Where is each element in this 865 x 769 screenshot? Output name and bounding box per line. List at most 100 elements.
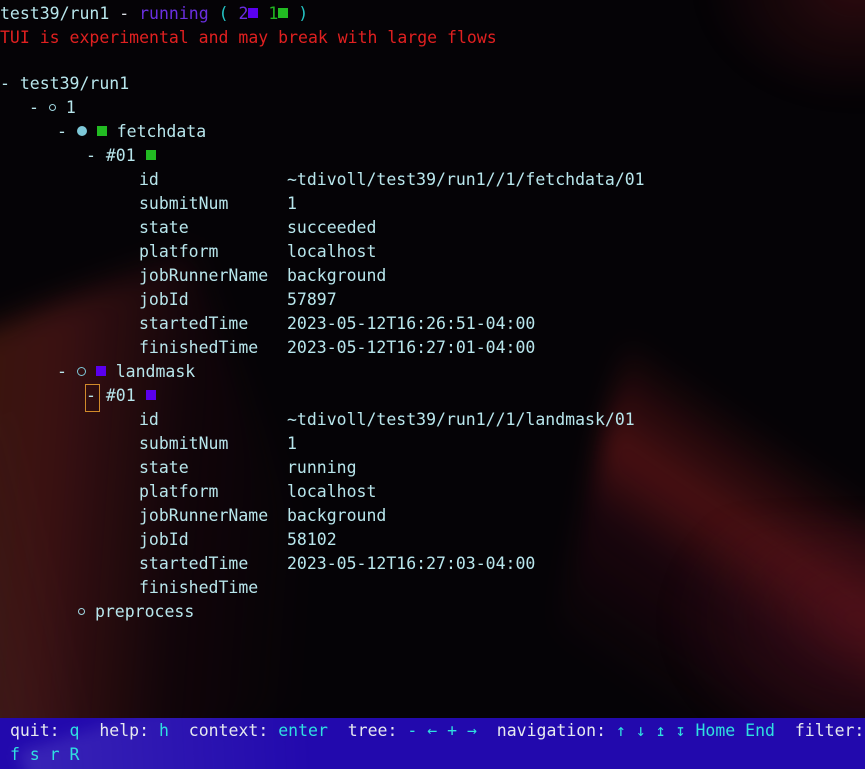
tree-row-job-landmask-01[interactable]: - #01 [86, 384, 156, 408]
tree-row-task-fetchdata[interactable]: - fetchdata [57, 120, 206, 144]
detail-value: succeeded [287, 218, 377, 237]
square-icon [95, 366, 106, 376]
tree-row-task-preprocess[interactable]: preprocess [78, 600, 194, 624]
detail-value: ~tdivoll/test39/run1//1/landmask/01 [287, 410, 635, 429]
status-navigation-label: navigation: [496, 721, 607, 740]
root-toggle[interactable]: - [0, 74, 10, 93]
detail-key: platform [139, 482, 219, 501]
square-icon [145, 150, 156, 160]
sb-gap [397, 721, 407, 740]
sb-gap [328, 721, 348, 740]
detail-key: jobId [139, 290, 189, 309]
header-space-5 [258, 4, 268, 23]
status-bar-line-2: f s r R [0, 743, 80, 767]
detail-key: jobRunnerName [139, 506, 269, 525]
task-fetchdata-toggle[interactable]: - [57, 122, 67, 141]
ring-icon [76, 367, 86, 376]
status-quit-keys[interactable]: q [70, 721, 80, 740]
header-space-3 [209, 4, 219, 23]
status-filter-keys[interactable]: f s r R [10, 745, 80, 764]
status-context-label: context: [188, 721, 269, 740]
cycle-label[interactable]: 1 [66, 98, 76, 117]
cycle-gap-2 [56, 98, 66, 117]
job-landmask-01-label[interactable]: #01 [106, 386, 136, 405]
detail-key: jobRunnerName [139, 266, 269, 285]
detail-key: id [139, 170, 159, 189]
status-help-keys[interactable]: h [159, 721, 169, 740]
cycle-gap-1 [39, 98, 49, 117]
tree-row-cycle[interactable]: - 1 [29, 96, 76, 120]
header-space-2 [129, 4, 139, 23]
detail-key: startedTime [139, 554, 249, 573]
square-icon [248, 8, 259, 18]
detail-key: platform [139, 242, 219, 261]
sb-pad-left-2 [0, 745, 10, 764]
square-icon [278, 8, 289, 18]
header-count-1: 1 [268, 4, 279, 23]
detail-key: submitNum [139, 434, 229, 453]
task-fetchdata-label[interactable]: fetchdata [117, 122, 206, 141]
detail-value: 1 [287, 194, 297, 213]
job-landmask-01-toggle[interactable]: - [86, 386, 96, 405]
sb-gap [79, 721, 99, 740]
header-paren-open: ( [218, 4, 229, 23]
task-landmask-toggle[interactable]: - [57, 362, 67, 381]
tree-row-task-landmask[interactable]: - landmask [57, 360, 195, 384]
detail-value: running [287, 458, 357, 477]
job-fetchdata-01-label[interactable]: #01 [106, 146, 136, 165]
task-preprocess-label[interactable]: preprocess [95, 602, 194, 621]
experimental-warning: TUI is experimental and may break with l… [0, 28, 497, 47]
detail-value: localhost [287, 242, 377, 261]
job-fetchdata-01-toggle[interactable]: - [86, 146, 96, 165]
detail-value: 57897 [287, 290, 337, 309]
status-tree-keys[interactable]: - ← + → [407, 721, 477, 740]
square-icon [145, 390, 156, 400]
header-space-4 [229, 4, 239, 23]
detail-value: background [287, 266, 387, 285]
sb-gap [477, 721, 497, 740]
cycle-toggle[interactable]: - [29, 98, 39, 117]
tree-row-root[interactable]: - test39/run1 [0, 72, 129, 96]
detail-key: state [139, 458, 189, 477]
ring-icon [48, 104, 56, 111]
detail-key: id [139, 410, 159, 429]
status-help-label: help: [99, 721, 150, 740]
detail-value: ~tdivoll/test39/run1//1/fetchdata/01 [287, 170, 645, 189]
terminal-window[interactable]: test39/run1 - running ( 2 1 ) TUI is exp… [0, 0, 865, 769]
status-tree-label: tree: [347, 721, 398, 740]
status-bar-line-1: quit: q help: h context: enter tree: - ←… [0, 719, 864, 743]
status-context-keys[interactable]: enter [278, 721, 328, 740]
sb-gap [60, 721, 70, 740]
detail-value: 58102 [287, 530, 337, 549]
detail-value: 2023-05-12T16:26:51-04:00 [287, 314, 536, 333]
root-label[interactable]: test39/run1 [20, 74, 129, 93]
status-bar[interactable]: quit: q help: h context: enter tree: - ←… [0, 718, 865, 769]
header-title-line: test39/run1 - running ( 2 1 ) [0, 2, 308, 26]
tree-row-job-fetchdata-01[interactable]: - #01 [86, 144, 156, 168]
detail-key: submitNum [139, 194, 229, 213]
sb-gap [775, 721, 795, 740]
filled-circle-icon [76, 126, 87, 136]
header-count-0: 2 [238, 4, 249, 23]
header-workflow-name: test39/run1 [0, 4, 110, 23]
task-landmask-label[interactable]: landmask [116, 362, 195, 381]
detail-key: finishedTime [139, 578, 259, 597]
detail-value: background [287, 506, 387, 525]
status-navigation-keys[interactable]: ↑ ↓ ↥ ↧ Home End [616, 721, 775, 740]
sb-gap [169, 721, 189, 740]
header-space-1 [109, 4, 119, 23]
detail-value: 1 [287, 434, 297, 453]
sb-gap [149, 721, 159, 740]
terminal-content: test39/run1 - running ( 2 1 ) TUI is exp… [0, 0, 865, 769]
sb-gap [268, 721, 278, 740]
detail-key: state [139, 218, 189, 237]
